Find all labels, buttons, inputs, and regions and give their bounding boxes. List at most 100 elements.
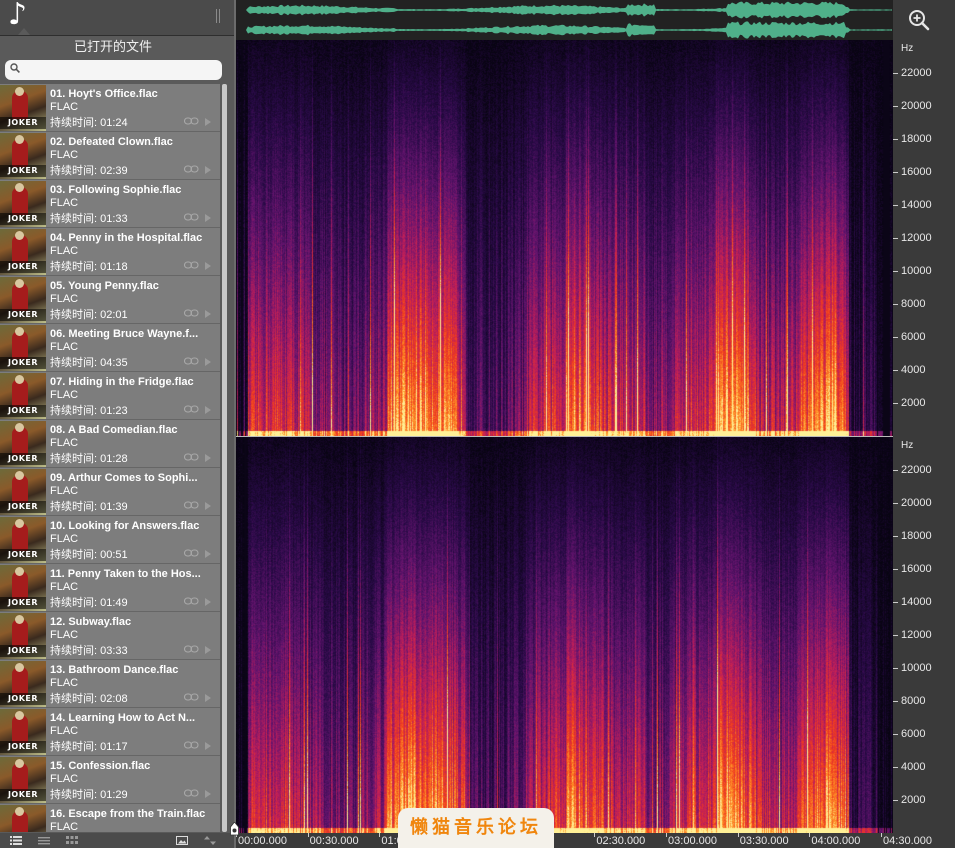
hz-tick <box>893 172 898 173</box>
hz-tick <box>893 403 898 404</box>
album-art-thumbnail: JOKER <box>0 421 46 467</box>
file-list-item[interactable]: JOKER 05. Young Penny.flac FLAC 持续时间: 02:01 <box>0 276 220 324</box>
file-list-item[interactable]: JOKER 10. Looking for Answers.flac FLAC 持续时… <box>0 516 220 564</box>
file-name: 16. Escape from the Train.flac <box>50 808 206 820</box>
hz-tick <box>893 635 898 636</box>
link-icon[interactable] <box>184 453 199 461</box>
link-icon[interactable] <box>184 405 199 413</box>
hz-tick-label: 6000 <box>901 331 926 343</box>
file-list-item[interactable]: JOKER 04. Penny in the Hospital.flac FLAC 持… <box>0 228 220 276</box>
file-duration: 持续时间: 03:33 <box>50 645 128 657</box>
file-name: 12. Subway.flac <box>50 616 132 628</box>
hz-tick-label: 22000 <box>901 67 932 79</box>
hz-tick <box>893 569 898 570</box>
play-icon[interactable] <box>205 694 211 702</box>
hz-tick <box>893 767 898 768</box>
link-icon[interactable] <box>184 261 199 269</box>
spectrogram-channel-left[interactable] <box>236 40 893 436</box>
file-list-item[interactable]: JOKER 14. Learning How to Act N... FLAC 持续时… <box>0 708 220 756</box>
link-icon[interactable] <box>184 645 199 653</box>
hz-tick-label: 12000 <box>901 232 932 244</box>
image-icon[interactable] <box>176 836 188 845</box>
link-icon[interactable] <box>184 693 199 701</box>
time-tick <box>594 833 596 837</box>
file-name: 03. Following Sophie.flac <box>50 184 182 196</box>
file-name: 07. Hiding in the Fridge.flac <box>50 376 194 388</box>
sort-icon[interactable] <box>204 836 216 845</box>
link-icon[interactable] <box>184 213 199 221</box>
compact-list-icon[interactable] <box>38 836 50 845</box>
hz-tick-label: 14000 <box>901 596 932 608</box>
time-tick <box>809 833 811 837</box>
play-icon[interactable] <box>205 406 211 414</box>
scrollbar[interactable] <box>221 84 228 832</box>
file-list-item[interactable]: JOKER 06. Meeting Bruce Wayne.f... FLAC 持续时… <box>0 324 220 372</box>
play-icon[interactable] <box>205 214 211 222</box>
hz-tick-label: 12000 <box>901 629 932 641</box>
file-list-item[interactable]: JOKER 16. Escape from the Train.flacFLAC <box>0 804 220 832</box>
link-icon[interactable] <box>184 789 199 797</box>
file-duration: 持续时间: 01:18 <box>50 261 128 273</box>
file-duration: 持续时间: 02:39 <box>50 165 128 177</box>
file-list-item[interactable]: JOKER 09. Arthur Comes to Sophi... FLAC 持续时… <box>0 468 220 516</box>
link-icon[interactable] <box>184 597 199 605</box>
play-icon[interactable] <box>205 550 211 558</box>
file-list-item[interactable]: JOKER 08. A Bad Comedian.flac FLAC 持续时间: 01… <box>0 420 220 468</box>
waveform-overview[interactable] <box>236 0 893 40</box>
playhead-marker-icon[interactable] <box>230 822 239 836</box>
file-name: 05. Young Penny.flac <box>50 280 159 292</box>
hz-tick <box>893 701 898 702</box>
file-list-item[interactable]: JOKER 07. Hiding in the Fridge.flac FLAC 持续… <box>0 372 220 420</box>
play-icon[interactable] <box>205 118 211 126</box>
file-list-item[interactable]: JOKER 12. Subway.flac FLAC 持续时间: 03:33 <box>0 612 220 660</box>
spectrogram-channel-right[interactable] <box>236 437 893 833</box>
search-box[interactable] <box>5 60 222 80</box>
file-name: 10. Looking for Answers.flac <box>50 520 200 532</box>
file-list-item[interactable]: JOKER 11. Penny Taken to the Hos... FLAC 持续… <box>0 564 220 612</box>
file-format: FLAC <box>50 821 79 832</box>
play-icon[interactable] <box>205 262 211 270</box>
link-icon[interactable] <box>184 165 199 173</box>
album-art-thumbnail: JOKER <box>0 373 46 419</box>
scrollbar-thumb[interactable] <box>222 84 227 832</box>
link-icon[interactable] <box>184 309 199 317</box>
link-icon[interactable] <box>184 357 199 365</box>
file-list-item[interactable]: JOKER 15. Confession.flac FLAC 持续时间: 01:29 <box>0 756 220 804</box>
link-icon[interactable] <box>184 501 199 509</box>
file-list-item[interactable]: JOKER 13. Bathroom Dance.flac FLAC 持续时间: 02… <box>0 660 220 708</box>
play-icon[interactable] <box>205 790 211 798</box>
play-icon[interactable] <box>205 646 211 654</box>
hz-tick-label: 18000 <box>901 133 932 145</box>
play-icon[interactable] <box>205 502 211 510</box>
file-format: FLAC <box>50 389 79 401</box>
hz-tick-label: 2000 <box>901 397 926 409</box>
play-icon[interactable] <box>205 310 211 318</box>
app-header: ♪ <box>0 0 234 36</box>
album-art-thumbnail: JOKER <box>0 661 46 707</box>
resize-grip-icon[interactable] <box>215 9 223 23</box>
hz-tick <box>893 271 898 272</box>
play-icon[interactable] <box>205 358 211 366</box>
file-list-item[interactable]: JOKER 01. Hoyt's Office.flac FLAC 持续时间: 01:… <box>0 84 220 132</box>
search-icon <box>10 63 20 73</box>
link-icon[interactable] <box>184 549 199 557</box>
hz-tick <box>893 734 898 735</box>
hz-tick-label: 4000 <box>901 364 926 376</box>
hz-tick <box>893 800 898 801</box>
search-input[interactable] <box>25 61 215 79</box>
play-icon[interactable] <box>205 454 211 462</box>
album-art-thumbnail: JOKER <box>0 133 46 179</box>
play-icon[interactable] <box>205 166 211 174</box>
list-view-icon[interactable] <box>10 836 22 845</box>
zoom-in-icon[interactable] <box>907 8 931 32</box>
file-name: 04. Penny in the Hospital.flac <box>50 232 203 244</box>
time-tick <box>881 833 883 837</box>
play-icon[interactable] <box>205 598 211 606</box>
file-list-item[interactable]: JOKER 02. Defeated Clown.flac FLAC 持续时间: 02… <box>0 132 220 180</box>
grid-view-icon[interactable] <box>66 836 78 845</box>
file-list-item[interactable]: JOKER 03. Following Sophie.flac FLAC 持续时间: … <box>0 180 220 228</box>
frequency-axis-left: Hz 22000 20000 18000 16000 14000 12000 10000 80… <box>893 40 955 436</box>
play-icon[interactable] <box>205 742 211 750</box>
link-icon[interactable] <box>184 741 199 749</box>
link-icon[interactable] <box>184 117 199 125</box>
